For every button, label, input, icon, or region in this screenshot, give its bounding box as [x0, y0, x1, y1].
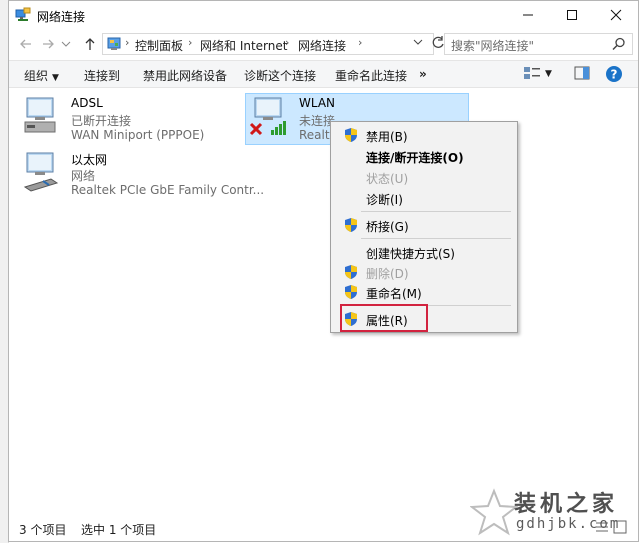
connection-name: ADSL: [71, 96, 103, 110]
arrow-up-icon: [85, 38, 95, 50]
breadcrumb-network-internet[interactable]: 网络和 Internet: [200, 37, 287, 54]
connection-status: 已断开连接: [71, 114, 132, 128]
menu-item-disable[interactable]: 禁用(B): [331, 125, 517, 145]
network-connections-app-icon: [15, 7, 31, 21]
ethernet-adapter-icon: [23, 152, 59, 192]
preview-pane-icon: [574, 66, 590, 80]
organize-menu-button[interactable]: 组织 ▼: [24, 67, 59, 84]
menu-item-bridge[interactable]: 桥接(G): [331, 215, 517, 235]
menu-item-label: 创建快捷方式(S): [366, 247, 455, 261]
connection-item-ethernet[interactable]: 以太网 网络 Realtek PCIe GbE Family Contr...: [21, 151, 264, 201]
breadcrumb-separator-icon: ›: [188, 36, 193, 49]
menu-item-create-shortcut[interactable]: 创建快捷方式(S): [331, 242, 517, 262]
recent-locations-button[interactable]: [59, 35, 73, 53]
connection-device: WAN Miniport (PPPOE): [71, 128, 205, 142]
uac-shield-icon: [345, 218, 357, 232]
preview-pane-button[interactable]: [574, 66, 590, 83]
menu-item-label: 删除(D): [366, 267, 409, 281]
connection-device: Realtek PCIe GbE Family Contr...: [71, 183, 265, 197]
svg-text:?: ?: [611, 68, 618, 82]
menu-separator: [361, 238, 511, 239]
breadcrumb-network-connections[interactable]: 网络连接: [298, 37, 346, 54]
connections-list: ADSL 已断开连接 WAN Miniport (PPPOE) WLAN 未连接…: [9, 88, 638, 508]
highlight-annotation-box: [340, 304, 428, 332]
menu-item-connect-disconnect[interactable]: 连接/断开连接(O): [331, 146, 517, 166]
address-row: › 控制面板 › 网络和 Internet › 网络连接 › 搜索"网络连接": [9, 29, 638, 59]
item-count: 3 个项目: [19, 523, 67, 537]
connection-name: WLAN: [299, 96, 336, 110]
connection-name: 以太网: [71, 153, 108, 167]
wifi-adapter-icon: [249, 97, 286, 136]
dropdown-arrow-icon: ▼: [52, 73, 59, 83]
connection-status: 网络: [71, 169, 96, 183]
menu-item-label: 诊断(I): [366, 193, 403, 207]
menu-item-label: 连接/断开连接(O): [366, 151, 464, 165]
search-input[interactable]: 搜索"网络连接": [444, 33, 633, 55]
rename-connection-button[interactable]: 重命名此连接: [335, 67, 407, 84]
menu-item-status: 状态(U): [331, 167, 517, 187]
uac-shield-icon: [345, 265, 357, 279]
diagnose-connection-button[interactable]: 诊断这个连接: [244, 67, 316, 84]
connect-to-button[interactable]: 连接到: [84, 67, 120, 84]
breadcrumb-separator-icon: ›: [358, 36, 363, 49]
back-button[interactable]: [17, 35, 35, 53]
menu-item-label: 状态(U): [366, 172, 409, 186]
menu-item-label: 桥接(G): [366, 220, 409, 234]
chevron-down-icon: [413, 39, 423, 45]
menu-item-rename[interactable]: 重命名(M): [331, 282, 517, 302]
uac-shield-icon: [345, 128, 357, 142]
maximize-button[interactable]: [550, 1, 594, 29]
view-tiles-icon: [524, 67, 540, 79]
context-menu: 禁用(B) 连接/断开连接(O) 状态(U) 诊断(I) 桥接(G) 创建快捷方…: [330, 121, 518, 333]
star-logo-icon: [470, 488, 518, 536]
up-button[interactable]: [81, 35, 99, 53]
maximize-icon: [567, 10, 577, 20]
minimize-icon: [523, 14, 533, 16]
more-commands-button[interactable]: »: [419, 67, 427, 81]
breadcrumb-separator-icon: ›: [285, 36, 290, 49]
forward-button[interactable]: [39, 35, 57, 53]
watermark-url: gdhjbk.com: [516, 516, 621, 532]
close-button[interactable]: [594, 1, 638, 29]
help-button[interactable]: ?: [605, 65, 623, 86]
change-view-button[interactable]: [523, 65, 541, 84]
arrow-left-icon: [20, 39, 31, 49]
uac-shield-icon: [345, 285, 357, 299]
close-icon: [610, 9, 622, 21]
watermark: 装机之家 gdhjbk.com: [470, 484, 640, 542]
disable-device-button[interactable]: 禁用此网络设备: [143, 67, 227, 84]
search-placeholder: 搜索"网络连接": [451, 39, 535, 53]
menu-item-label: 重命名(M): [366, 287, 422, 301]
menu-item-delete: 删除(D): [331, 262, 517, 282]
help-icon: ?: [606, 66, 622, 82]
window-title: 网络连接: [37, 10, 86, 24]
organize-label: 组织: [24, 69, 49, 83]
menu-separator: [361, 211, 511, 212]
watermark-chinese: 装机之家: [514, 491, 619, 517]
network-connections-window: 网络连接 › 控制面板 › 网络和 Internet › 网络连接 › 搜索"网…: [8, 0, 639, 542]
selection-count: 选中 1 个项目: [81, 523, 157, 537]
title-bar: 网络连接: [9, 1, 638, 29]
breadcrumb-separator-icon: ›: [125, 36, 130, 49]
menu-item-label: 禁用(B): [366, 130, 408, 144]
command-bar: 组织 ▼ 连接到 禁用此网络设备 诊断这个连接 重命名此连接 » ▼ ?: [9, 60, 638, 88]
breadcrumb-control-panel[interactable]: 控制面板: [135, 37, 183, 54]
dialup-connection-icon: [24, 97, 56, 133]
minimize-button[interactable]: [506, 1, 550, 29]
menu-item-diagnose[interactable]: 诊断(I): [331, 188, 517, 208]
search-icon: [612, 37, 625, 51]
arrow-right-icon: [43, 39, 54, 49]
control-panel-icon: [107, 37, 121, 50]
chevron-down-icon: [61, 41, 71, 47]
connection-item-adsl[interactable]: ADSL 已断开连接 WAN Miniport (PPPOE): [21, 96, 241, 146]
address-bar[interactable]: › 控制面板 › 网络和 Internet › 网络连接 ›: [102, 33, 444, 55]
address-history-dropdown[interactable]: [413, 37, 423, 50]
view-options-dropdown[interactable]: ▼: [545, 69, 552, 79]
